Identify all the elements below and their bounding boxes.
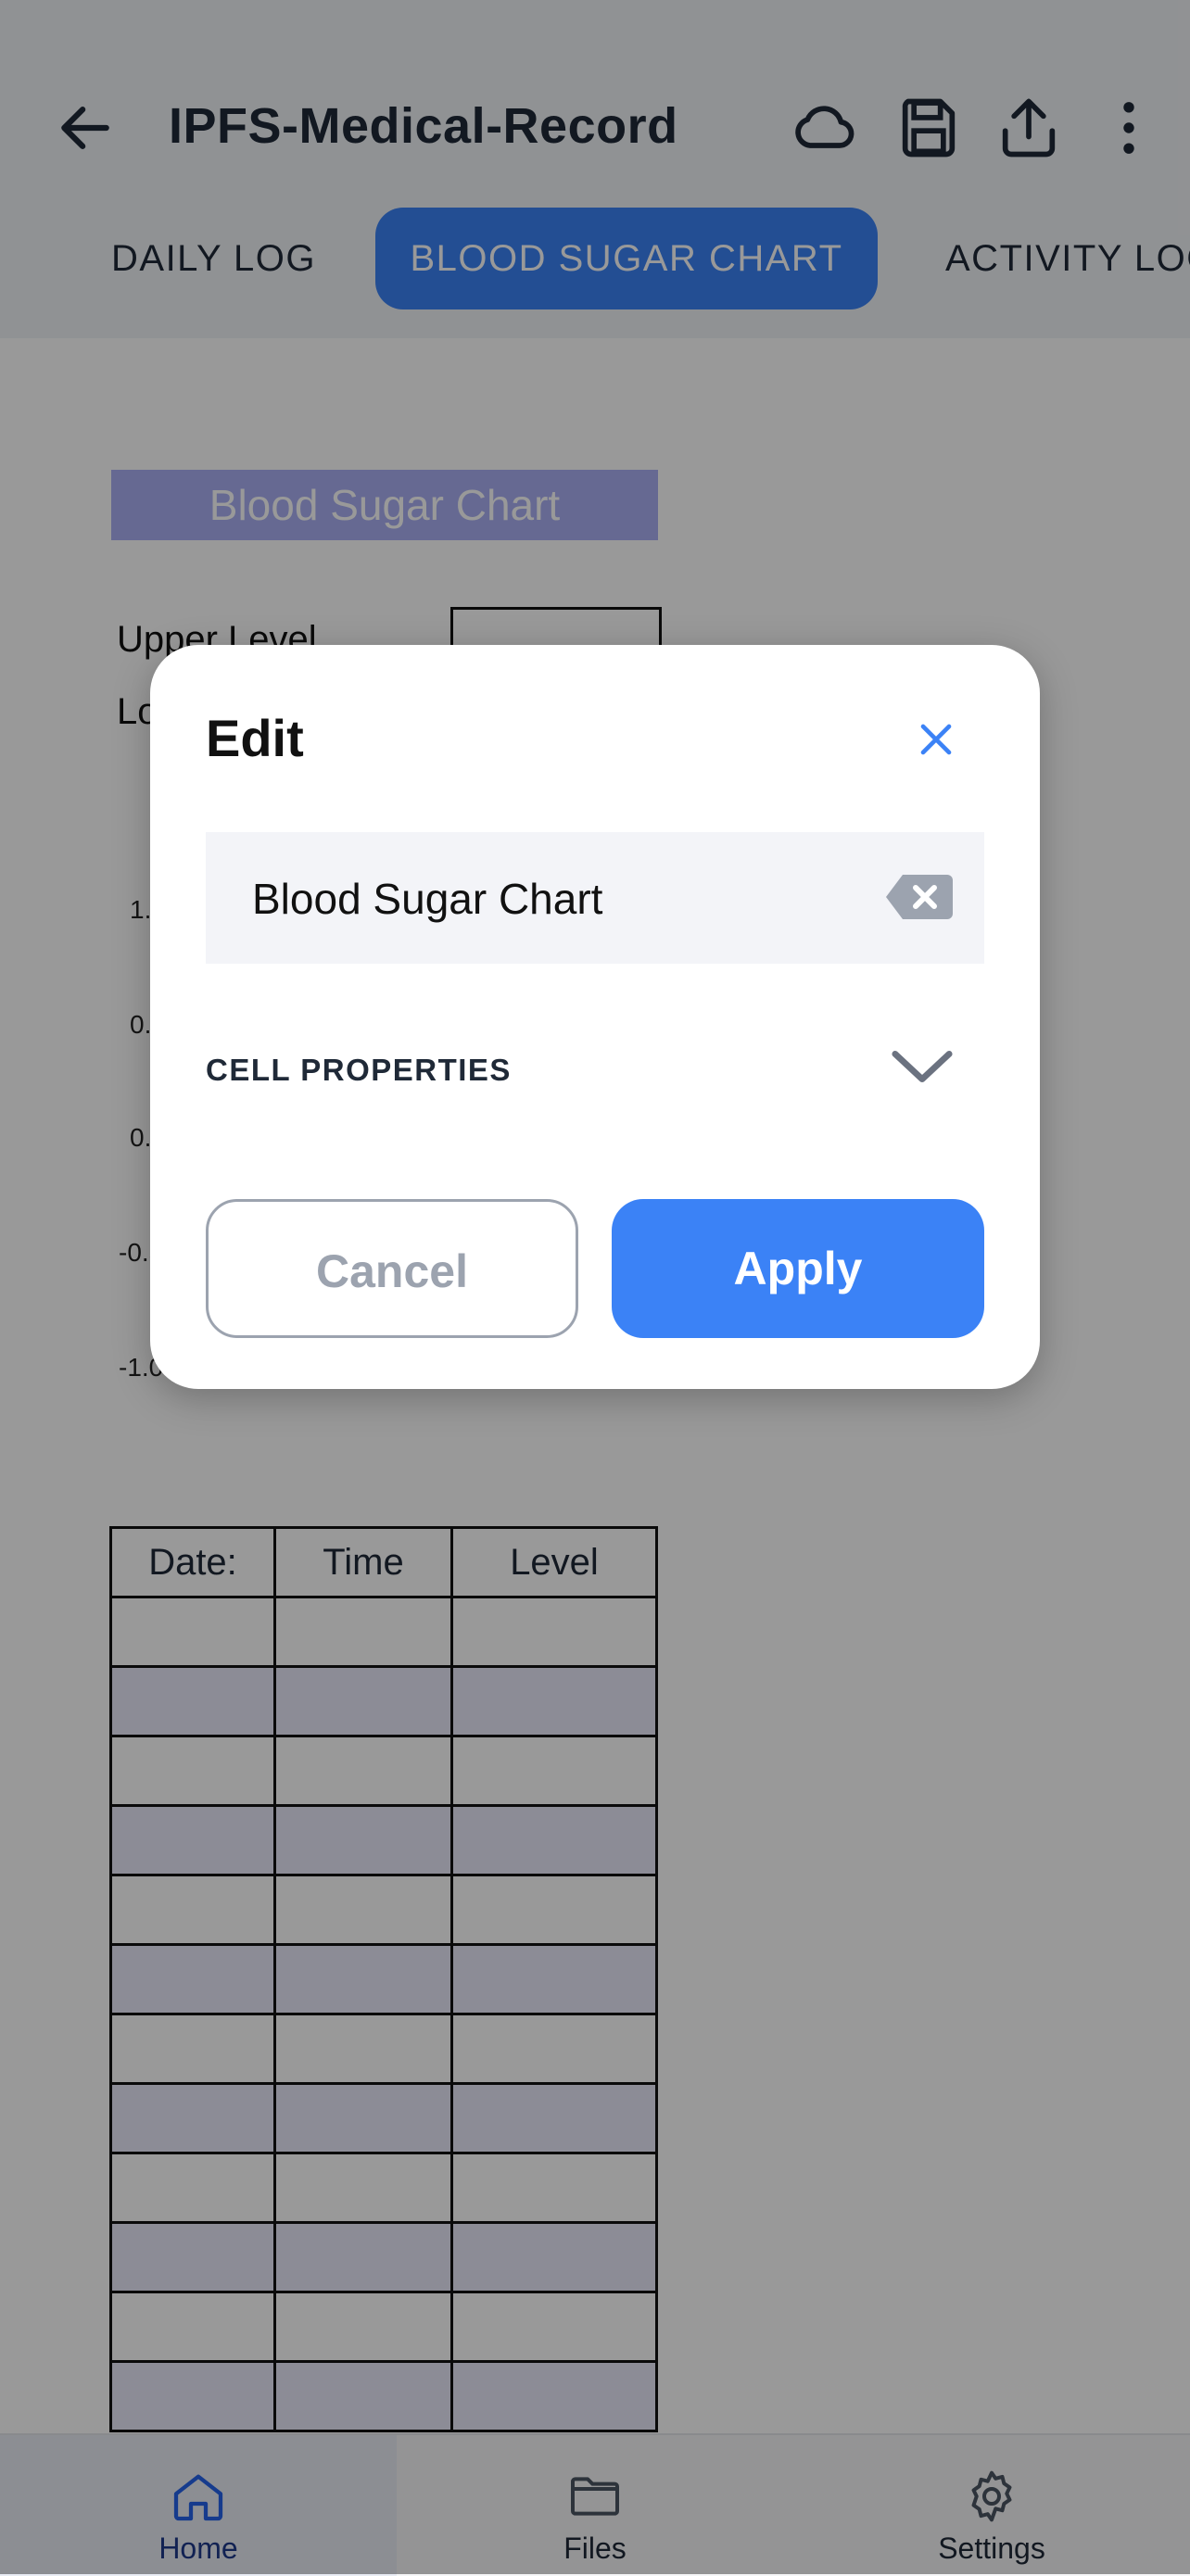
clear-text-icon[interactable] [884,871,955,923]
edit-dialog: Edit Blood Sugar Chart CELL PROPERTIES C… [150,645,1040,1389]
apply-button[interactable]: Apply [612,1199,984,1338]
cell-value-text: Blood Sugar Chart [252,875,603,923]
chevron-down-icon[interactable] [890,1043,955,1090]
cell-properties-label[interactable]: CELL PROPERTIES [206,1053,512,1088]
close-icon[interactable] [910,713,962,765]
cancel-button[interactable]: Cancel [206,1199,578,1338]
dialog-title: Edit [206,709,304,767]
